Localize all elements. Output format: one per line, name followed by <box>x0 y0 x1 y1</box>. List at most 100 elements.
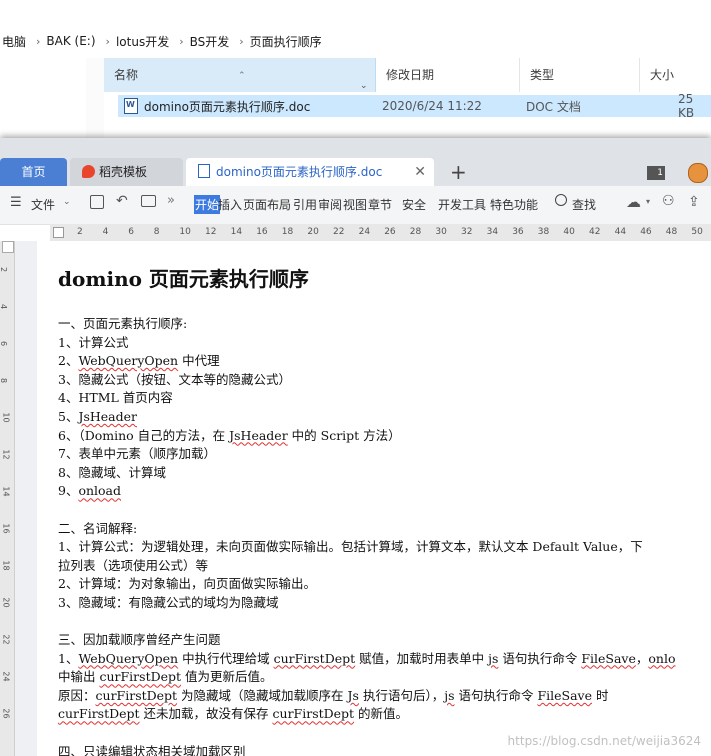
word-doc-icon <box>124 98 138 114</box>
document-line: 2、计算域：为对象输出，向页面做实际输出。 <box>58 576 316 592</box>
ruler-number: 2 <box>77 227 83 237</box>
more-icon[interactable]: » <box>167 193 175 208</box>
breadcrumb-computer[interactable]: 电脑 <box>0 33 32 50</box>
vruler-number: 16 <box>1 523 11 534</box>
vruler-number: 10 <box>1 412 11 423</box>
ruler-number: 22 <box>333 227 345 237</box>
ruler-number: 4 <box>102 227 109 237</box>
file-explorer-window: 电脑 › BAK (E:) › lotus开发 › BS开发 › 页面执行顺序 … <box>0 0 711 140</box>
ruler-number: 44 <box>614 227 627 237</box>
document-line: 三、因加载顺序曾经产生问题 <box>58 632 221 648</box>
hamburger-menu-icon[interactable]: ☰ <box>10 195 22 210</box>
ribbon-tab-start[interactable]: 开始 <box>194 195 221 214</box>
ruler-number: 18 <box>281 227 294 237</box>
document-line: 一、页面元素执行顺序: <box>58 316 188 331</box>
ribbon-tab-review[interactable]: 审阅 <box>318 196 342 213</box>
vertical-margin-marker[interactable] <box>2 241 14 253</box>
column-size-header[interactable]: 大小 <box>640 58 711 92</box>
document-line: 1、计算公式：为逻辑处理，未向页面做实际输出。包括计算域，计算文本，默认文本 D… <box>58 539 643 555</box>
file-menu[interactable]: 文件 <box>31 196 55 213</box>
file-row[interactable]: domino页面元素执行顺序.doc 2020/6/24 11:22 DOC 文… <box>118 92 711 120</box>
ruler-number: 24 <box>358 227 371 237</box>
vruler-number: 2 <box>0 267 8 272</box>
document-line: 1、计算公式 <box>58 334 129 350</box>
column-date-header[interactable]: 修改日期 <box>376 58 520 92</box>
spellcheck-word: curFirstDept <box>99 669 182 685</box>
tab-templates-label: 稻壳模板 <box>99 165 148 179</box>
search-icon[interactable] <box>555 194 567 206</box>
ruler-ticks: 2 4 6 8 10 12 14 16 18 20 22 24 26 28 30 32 34 36 38 40 42 44… <box>50 224 711 241</box>
vruler-number: 24 <box>1 671 11 682</box>
ribbon-tab-reference[interactable]: 引用 <box>293 196 317 213</box>
ruler-number: 32 <box>461 227 473 237</box>
ribbon-tab-security[interactable]: 安全 <box>402 196 426 213</box>
cloud-sync-icon[interactable]: ☁ <box>626 193 641 211</box>
spellcheck-word: onload <box>78 483 122 499</box>
save-icon[interactable] <box>90 195 104 209</box>
document-line: 中输出 curFirstDept 值为更新后值。 <box>58 669 273 685</box>
ruler-number: 14 <box>230 227 243 237</box>
ruler-number: 26 <box>384 227 396 237</box>
document-line: 5、JsHeader <box>58 408 138 424</box>
window-count-badge[interactable]: 1 <box>647 166 665 180</box>
file-size: 25 KB <box>678 92 695 120</box>
spellcheck-word: curFirstDept <box>273 650 356 666</box>
chevron-down-icon[interactable]: ⌄ <box>63 197 71 207</box>
ribbon-tab-section[interactable]: 章节 <box>368 196 392 213</box>
spellcheck-word: js <box>444 687 455 703</box>
tab-document[interactable]: domino页面元素执行顺序.doc ✕ <box>186 158 434 186</box>
avatar[interactable] <box>688 163 708 183</box>
ruler-number: 28 <box>409 227 422 237</box>
close-icon[interactable]: ✕ <box>414 158 426 186</box>
spellcheck-word: curFirstDept <box>95 687 178 703</box>
share-icon[interactable]: ⇪ <box>688 194 700 210</box>
wps-writer-window: 首页 稻壳模板 domino页面元素执行顺序.doc ✕ + 1 ☰ 文件 ⌄ … <box>0 138 711 756</box>
vruler-number: 20 <box>1 597 11 608</box>
vruler-number: 8 <box>0 378 8 383</box>
horizontal-ruler[interactable]: 2 4 6 8 10 12 14 16 18 20 22 24 26 28 30 32 34 36 38 40 42 44… <box>50 224 711 242</box>
spellcheck-word: JsHeader <box>78 408 138 424</box>
ribbon-tab-developer[interactable]: 开发工具 <box>438 196 486 213</box>
ruler-number: 6 <box>128 227 134 237</box>
ribbon-tab-layout[interactable]: 页面布局 <box>243 196 291 213</box>
breadcrumb-lotus[interactable]: lotus开发 <box>110 33 175 50</box>
ruler-number: 36 <box>512 227 524 237</box>
ribbon-tab-special[interactable]: 特色功能 <box>490 196 538 213</box>
document-page[interactable]: domino 页面元素执行顺序 一、页面元素执行顺序: 1、计算公式 2、WebQu… <box>37 241 711 756</box>
ruler-number: 38 <box>537 227 550 237</box>
spellcheck-word: FileSave <box>581 650 636 666</box>
collaborate-icon[interactable]: ⚇ <box>662 193 675 209</box>
ribbon-tab-view[interactable]: 视图 <box>343 196 367 213</box>
file-name: domino页面元素执行顺序.doc <box>144 99 311 114</box>
column-type-header[interactable]: 类型 <box>520 58 640 92</box>
tab-templates[interactable]: 稻壳模板 <box>70 158 183 186</box>
document-line: 1、WebQueryOpen 中执行代理给域 curFirstDept 赋值，加… <box>58 650 676 666</box>
ruler-number: 40 <box>563 227 575 237</box>
vertical-ruler[interactable]: 2468101214161820222426 <box>0 241 15 756</box>
spellcheck-word: curFirstDept <box>58 706 140 722</box>
document-line: 拉列表（选项使用公式）等 <box>58 557 209 573</box>
search-button[interactable]: 查找 <box>572 196 596 213</box>
ruler-number: 34 <box>486 227 499 237</box>
breadcrumb-drive[interactable]: BAK (E:) <box>40 34 101 48</box>
new-tab-button[interactable]: + <box>450 158 467 186</box>
ruler-number: 30 <box>435 227 447 237</box>
spellcheck-word: JsHeader <box>229 427 288 443</box>
vruler-number: 6 <box>0 341 8 346</box>
column-name-label: 名称 <box>114 68 139 82</box>
document-icon <box>198 164 210 178</box>
breadcrumb-current[interactable]: 页面执行顺序 <box>244 33 328 50</box>
ruler-number: 46 <box>640 227 652 237</box>
breadcrumb-bs[interactable]: BS开发 <box>184 33 236 50</box>
vruler-number: 4 <box>0 304 8 309</box>
chevron-down-icon[interactable]: ▾ <box>646 197 650 206</box>
column-name-header[interactable]: 名称 ⌃ ⌄ <box>104 58 376 92</box>
ruler-number: 12 <box>205 227 217 237</box>
undo-icon[interactable]: ↶ <box>116 193 128 209</box>
document-line: 8、隐藏域、计算域 <box>58 464 166 480</box>
ribbon-tab-insert[interactable]: 插入 <box>218 196 242 213</box>
ruler-number: 8 <box>153 227 160 237</box>
tab-home[interactable]: 首页 <box>0 158 67 186</box>
print-icon[interactable] <box>141 195 156 207</box>
